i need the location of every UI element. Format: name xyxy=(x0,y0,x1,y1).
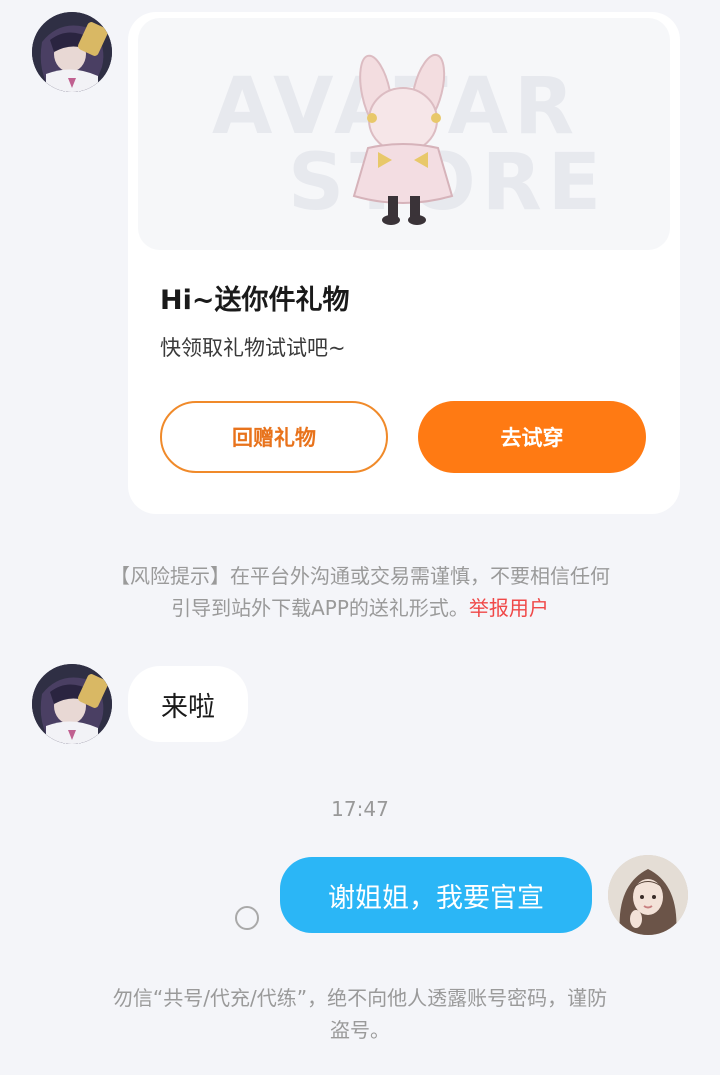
gift-card[interactable]: AVATAR STORE Hi~送你件礼物 快领取礼物试试吧~ 回赠礼物 去试穿 xyxy=(128,12,680,514)
avatar-me[interactable] xyxy=(608,855,688,935)
risk-notice-line2: 引导到站外下载APP的送礼形式。 xyxy=(171,596,469,620)
message-text: 谢姐姐，我要官宣 xyxy=(328,882,544,914)
message-bubble-sent[interactable]: 谢姐姐，我要官宣 xyxy=(280,857,592,933)
try-on-button[interactable]: 去试穿 xyxy=(418,401,646,473)
message-text: 来啦 xyxy=(161,691,215,723)
risk-notice-line1: 【风险提示】在平台外沟通或交易需谨慎，不要相信任何 xyxy=(110,564,610,588)
return-gift-button[interactable]: 回赠礼物 xyxy=(160,401,388,473)
message-timestamp: 17:47 xyxy=(331,797,389,821)
report-user-link[interactable]: 举报用户 xyxy=(469,596,549,620)
gift-subtitle: 快领取礼物试试吧~ xyxy=(160,336,346,360)
security-notice: 勿信“共号/代充/代练”，绝不向他人透露账号密码，谨防 盗号。 xyxy=(60,982,660,1046)
avatar-other-user[interactable] xyxy=(32,12,112,92)
gift-title: Hi~送你件礼物 xyxy=(160,285,350,316)
risk-notice: 【风险提示】在平台外沟通或交易需谨慎，不要相信任何 引导到站外下载APP的送礼形… xyxy=(60,560,660,624)
avatar-other-user[interactable] xyxy=(32,664,112,744)
gift-banner: AVATAR STORE xyxy=(138,18,670,250)
security-notice-line2: 盗号。 xyxy=(330,1018,390,1042)
sending-status-icon xyxy=(235,906,259,930)
bunny-outfit-image xyxy=(352,53,454,225)
message-bubble-received[interactable]: 来啦 xyxy=(128,666,248,742)
security-notice-line1: 勿信“共号/代充/代练”，绝不向他人透露账号密码，谨防 xyxy=(112,986,608,1010)
